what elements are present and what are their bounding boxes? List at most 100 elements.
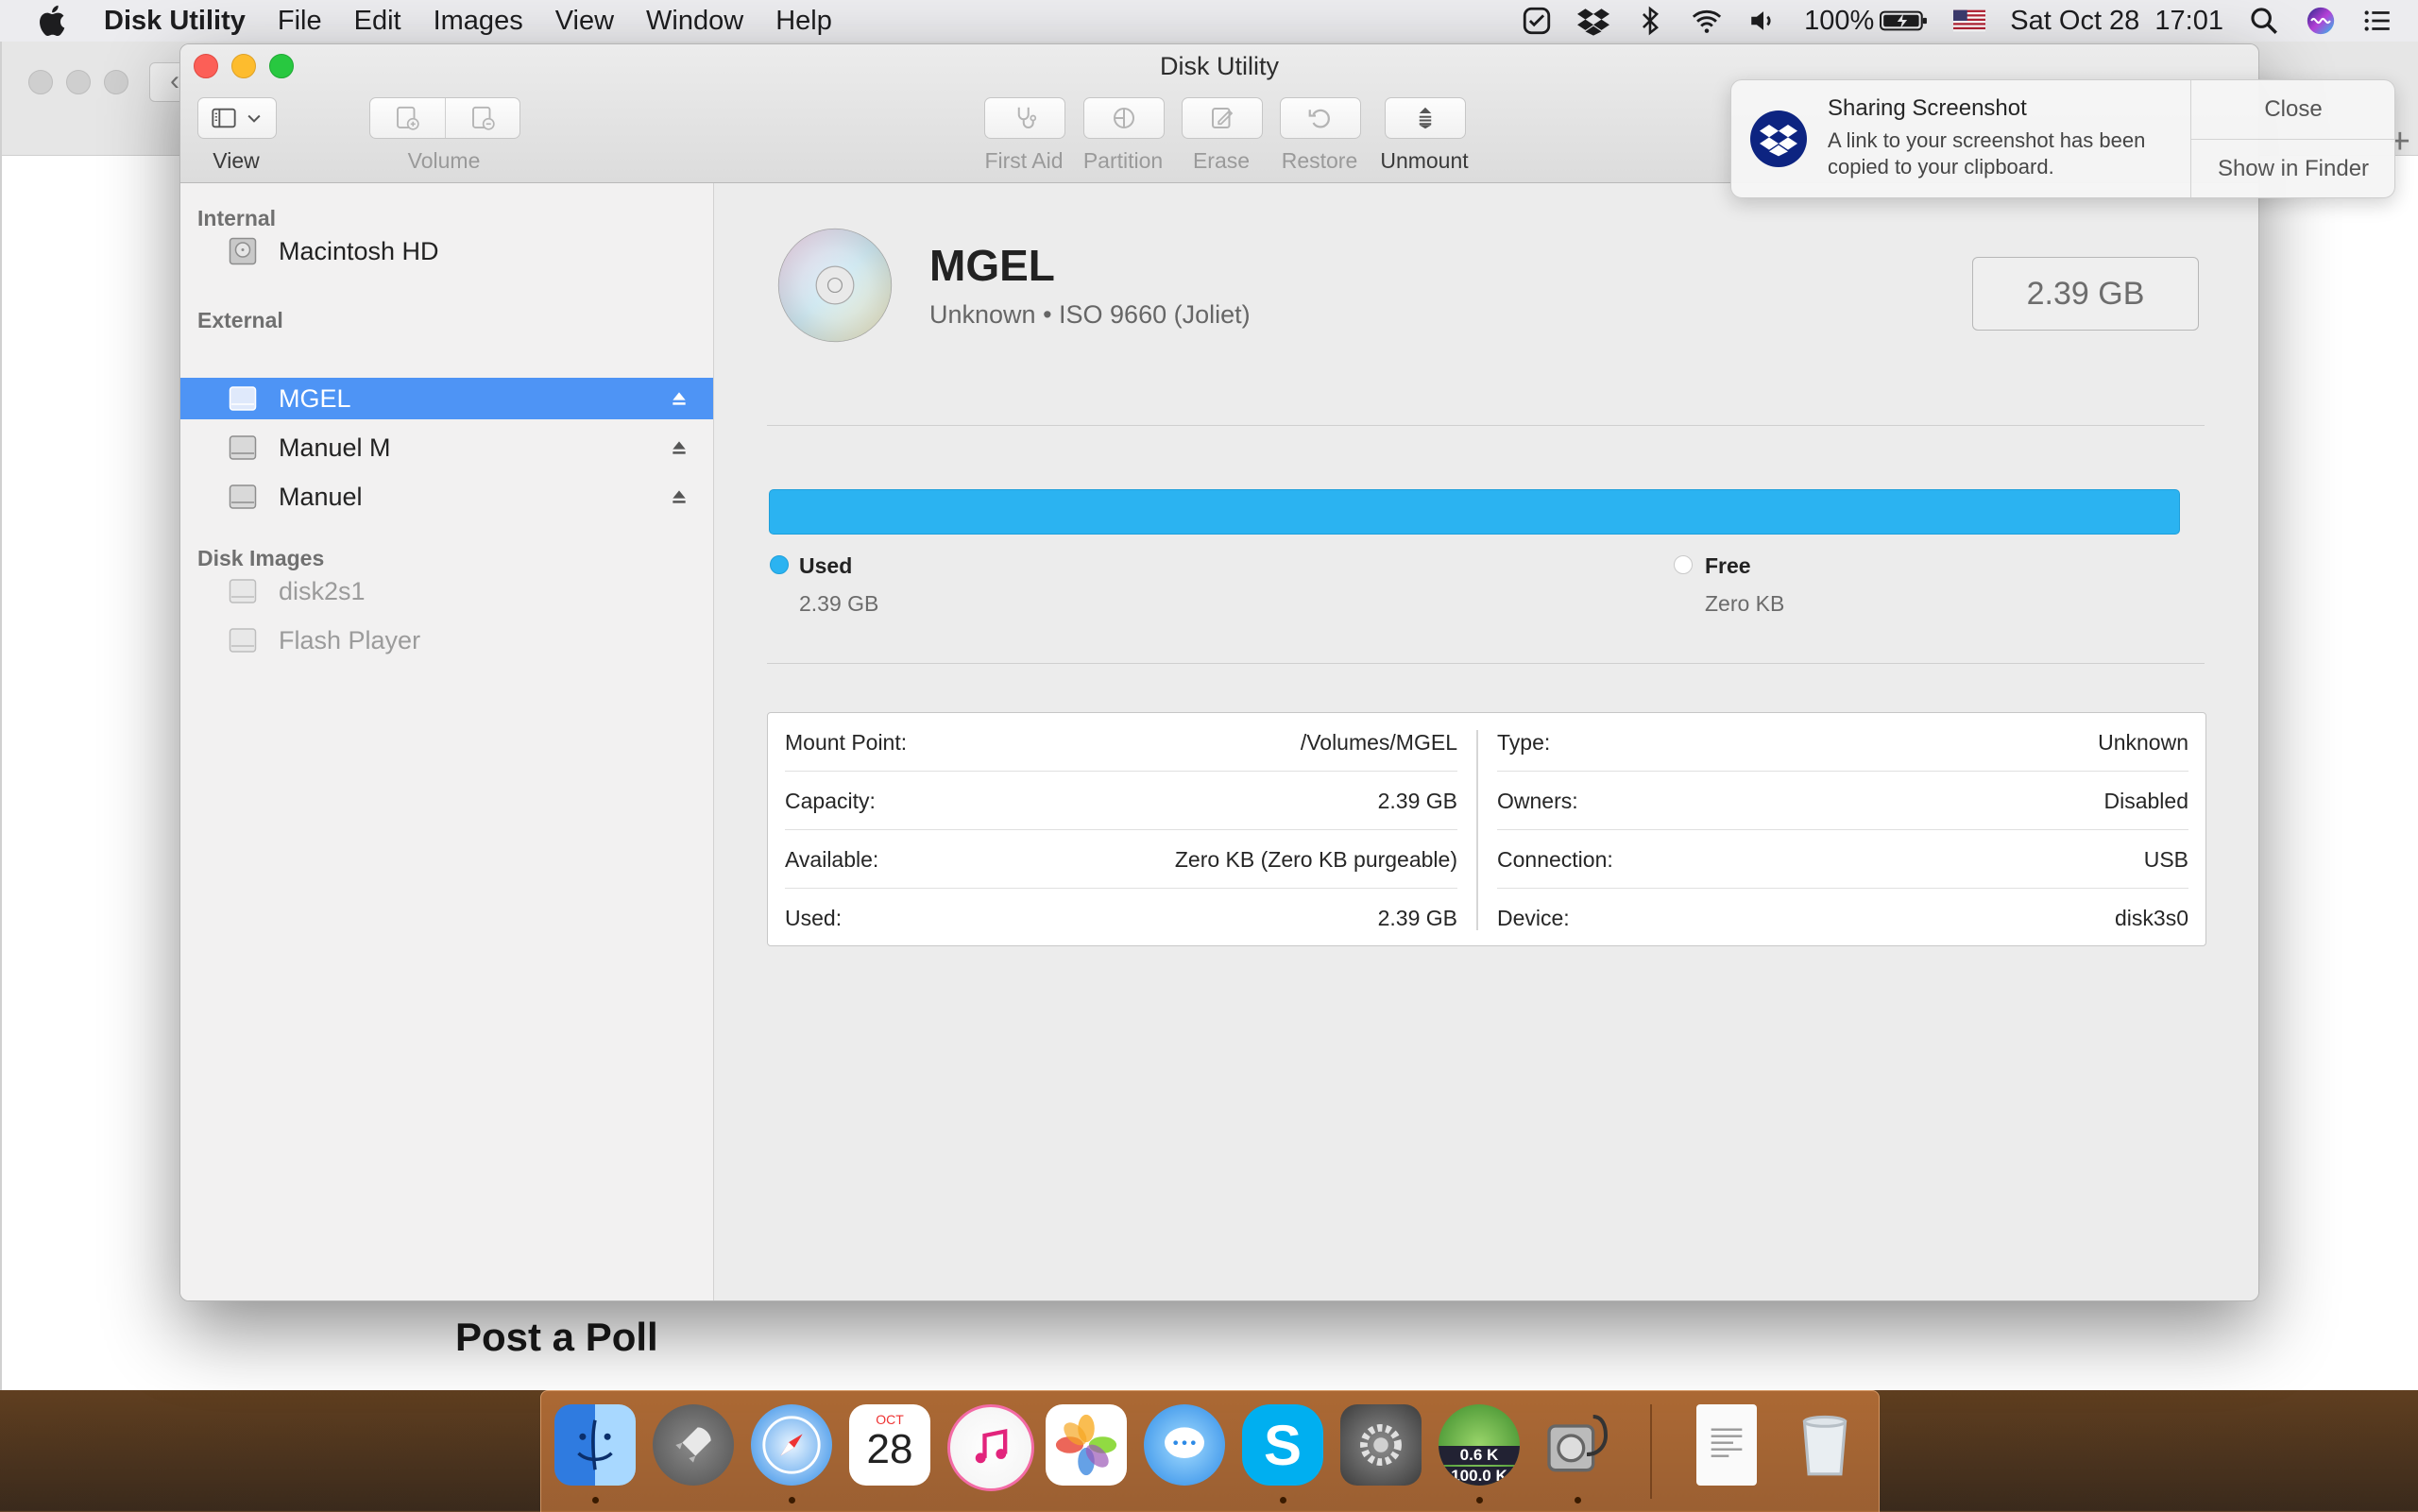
info-value: Zero KB (Zero KB purgeable) — [1174, 846, 1457, 872]
free-legend-label: Free — [1705, 553, 1751, 578]
photos-flower-icon — [1055, 1414, 1117, 1476]
menu-images[interactable]: Images — [434, 6, 523, 37]
sidebar-header-external: External — [197, 308, 283, 332]
siri-icon[interactable] — [2305, 5, 2337, 37]
safari-icon[interactable] — [751, 1404, 832, 1486]
volume-info-table: Mount Point: /Volumes/MGEL Capacity: 2.3… — [767, 712, 2206, 946]
info-value: USB — [2143, 846, 2188, 872]
us-flag-icon[interactable] — [1953, 9, 1986, 32]
info-row-owners: Owners: Disabled — [1497, 772, 2188, 830]
notification-title: Sharing Screenshot — [1828, 95, 2027, 121]
clock[interactable]: Sat Oct 28 17:01 — [2010, 6, 2223, 37]
wifi-icon[interactable] — [1691, 5, 1723, 37]
info-key: Used: — [785, 905, 843, 930]
volume-icon[interactable] — [1747, 5, 1779, 37]
disk-image-icon — [229, 628, 257, 653]
info-key: Device: — [1497, 905, 1570, 930]
network-monitor-icon[interactable]: 0.6 K 100.0 K — [1439, 1404, 1520, 1486]
bg-minimize-button[interactable] — [66, 70, 91, 94]
notification-banner[interactable]: Sharing Screenshot A link to your screen… — [1730, 79, 2395, 198]
spotlight-search-icon[interactable] — [2248, 5, 2280, 37]
free-legend-swatch — [1674, 555, 1693, 574]
restore-button[interactable] — [1280, 97, 1361, 139]
menu-window[interactable]: Window — [646, 6, 743, 37]
disk-image-icon — [229, 579, 257, 603]
skype-icon[interactable]: S — [1242, 1404, 1323, 1486]
sidebar-item-flash-player[interactable]: Flash Player — [180, 620, 713, 661]
checklist-status-icon[interactable] — [1521, 5, 1553, 37]
external-disk-icon — [229, 386, 257, 411]
system-preferences-icon[interactable] — [1340, 1404, 1422, 1486]
dropbox-icon[interactable] — [1577, 5, 1610, 37]
sidebar-item-manuel-m[interactable]: Manuel M — [180, 427, 713, 468]
bg-zoom-button[interactable] — [104, 70, 128, 94]
first-aid-button[interactable] — [984, 97, 1065, 139]
add-volume-button[interactable] — [370, 98, 446, 138]
running-indicator — [1280, 1497, 1286, 1504]
trash-can-icon — [1802, 1415, 1848, 1476]
rocket-icon — [675, 1427, 711, 1463]
unmount-icon — [1419, 107, 1432, 129]
disk-utility-dock-icon[interactable] — [1537, 1404, 1618, 1486]
pdf-document-icon[interactable] — [1696, 1404, 1757, 1486]
volume-format: Unknown • ISO 9660 (Joliet) — [929, 300, 1251, 329]
bg-close-button[interactable] — [28, 70, 53, 94]
info-value: Disabled — [2103, 788, 2189, 813]
apple-menu-icon[interactable] — [36, 3, 72, 39]
sidebar-item-macintosh-hd[interactable]: Macintosh HD — [180, 230, 713, 272]
chevron-down-icon — [247, 114, 261, 123]
trash-icon[interactable] — [1784, 1404, 1865, 1486]
bluetooth-icon[interactable] — [1634, 5, 1666, 37]
used-legend-label: Used — [799, 553, 853, 578]
unmount-button[interactable] — [1385, 97, 1466, 139]
battery-icon[interactable] — [1880, 8, 1929, 33]
sidebar-item-mgel[interactable]: MGEL — [180, 378, 713, 419]
window-title: Disk Utility — [1160, 52, 1279, 80]
sidebar-icon — [212, 108, 236, 128]
calendar-icon[interactable]: OCT 28 — [849, 1404, 930, 1486]
unmount-label: Unmount — [1380, 148, 1469, 173]
music-note-icon — [975, 1429, 1008, 1464]
menu-view[interactable]: View — [555, 6, 614, 37]
restore-label: Restore — [1281, 148, 1358, 173]
show-in-finder-button[interactable]: Show in Finder — [2191, 139, 2394, 197]
info-key: Connection: — [1497, 846, 1613, 872]
itunes-icon[interactable] — [947, 1404, 1034, 1491]
page-heading: Post a Poll — [455, 1315, 658, 1359]
menu-help[interactable]: Help — [775, 6, 832, 37]
eject-icon[interactable] — [670, 389, 689, 408]
erase-button[interactable] — [1182, 97, 1263, 139]
eject-icon[interactable] — [670, 438, 689, 457]
eject-icon[interactable] — [670, 487, 689, 506]
info-key: Capacity: — [785, 788, 876, 813]
network-download-rate: 100.0 K — [1439, 1467, 1520, 1486]
info-value: 2.39 GB — [1377, 905, 1457, 930]
messages-icon[interactable] — [1144, 1404, 1225, 1486]
remove-volume-button[interactable] — [446, 98, 520, 138]
info-key: Mount Point: — [785, 729, 908, 755]
sidebar: Internal Macintosh HD External MGEL Manu… — [180, 183, 714, 1300]
info-row-type: Type: Unknown — [1497, 713, 2188, 772]
partition-button[interactable] — [1083, 97, 1165, 139]
photos-icon[interactable] — [1046, 1404, 1127, 1486]
notification-center-icon[interactable] — [2361, 5, 2393, 37]
notification-body: A link to your screenshot has been copie… — [1828, 128, 2146, 178]
sidebar-item-manuel[interactable]: Manuel — [180, 476, 713, 518]
disk-utility-window: Disk Utility View Volume First Aid Parti… — [179, 43, 2259, 1301]
view-button[interactable] — [197, 97, 277, 139]
notification-close-button[interactable]: Close — [2191, 80, 2394, 139]
info-key: Type: — [1497, 729, 1551, 755]
cd-disc-icon — [777, 228, 893, 343]
sidebar-item-label: MGEL — [279, 383, 351, 413]
menu-edit[interactable]: Edit — [354, 6, 401, 37]
dock: OCT 28 S 0.6 K 100.0 K — [540, 1390, 1880, 1512]
launchpad-icon[interactable] — [653, 1404, 734, 1486]
sidebar-item-disk2s1[interactable]: disk2s1 — [180, 570, 713, 612]
menu-file[interactable]: File — [278, 6, 322, 37]
info-row-available: Available: Zero KB (Zero KB purgeable) — [785, 830, 1457, 889]
gear-icon — [1360, 1424, 1402, 1466]
menu-app-name[interactable]: Disk Utility — [104, 6, 246, 37]
finder-icon[interactable] — [554, 1404, 636, 1486]
notification-actions: Close Show in Finder — [2190, 80, 2394, 197]
skype-letter-icon: S — [1263, 1413, 1303, 1477]
